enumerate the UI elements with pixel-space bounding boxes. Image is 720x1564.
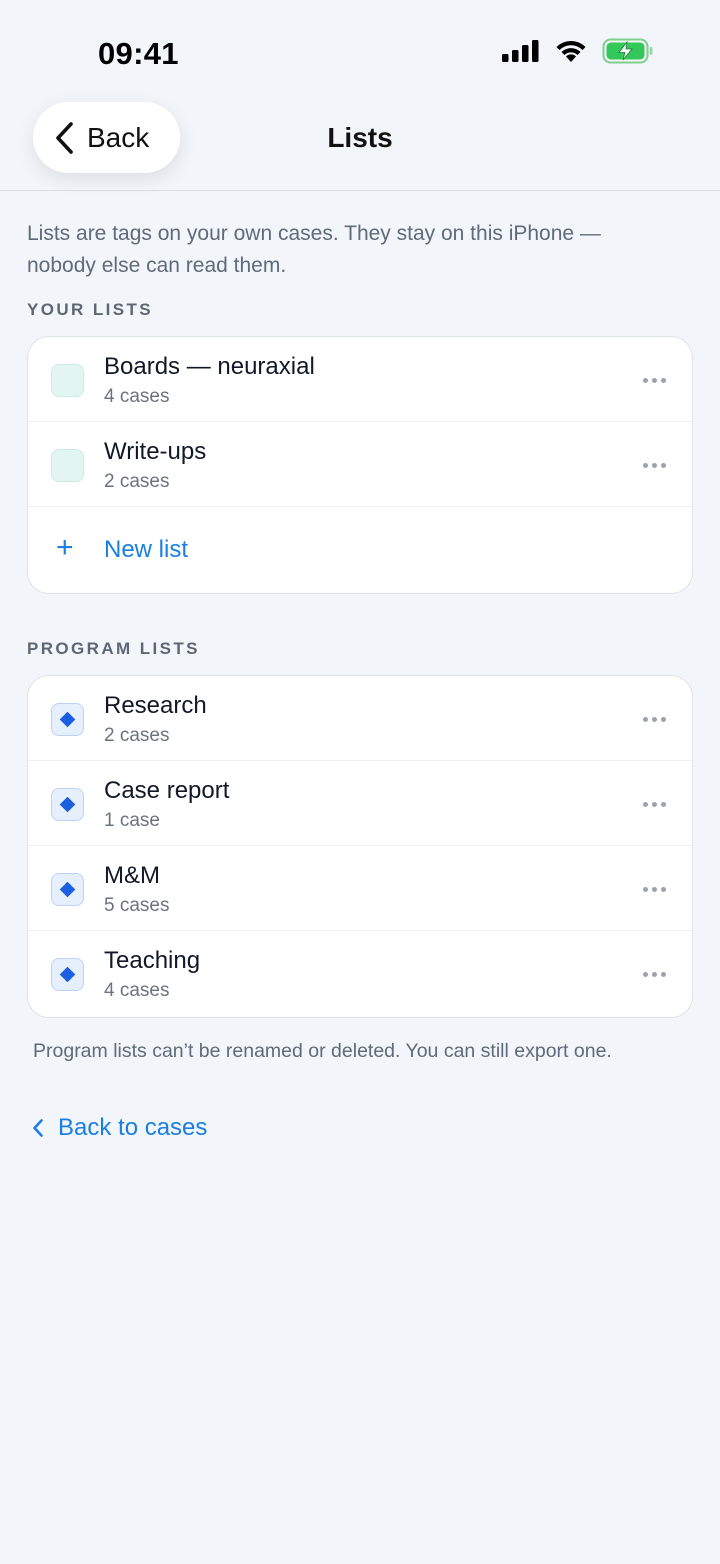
list-case-count: 4 cases [104,386,170,407]
diamond-icon [59,711,76,728]
navigation-bar: Back Lists [0,100,720,191]
list-row[interactable]: Teaching 4 cases [28,931,692,1016]
list-case-count: 5 cases [104,895,170,916]
section-header-program-lists: PROGRAM LISTS [27,639,200,658]
battery-charging-icon [602,38,653,64]
page-title: Lists [327,122,393,153]
program-list-marker [51,873,84,906]
list-color-swatch [51,449,84,482]
back-to-cases-label: Back to cases [58,1114,208,1141]
program-lists-card: Research 2 cases Case report 1 case M&M … [27,675,693,1018]
more-dots-icon[interactable] [643,717,666,722]
list-row[interactable]: Write-ups 2 cases [28,422,692,507]
list-title: Case report [104,777,230,804]
more-dots-icon[interactable] [643,463,666,468]
wifi-icon [556,40,586,62]
program-list-marker [51,788,84,821]
list-case-count: 2 cases [104,471,170,492]
list-title: M&M [104,862,160,889]
chevron-left-icon [33,1119,43,1137]
diamond-icon [59,796,76,813]
more-dots-icon[interactable] [643,802,666,807]
plus-icon: + [56,531,74,564]
program-list-marker [51,958,84,991]
status-time: 09:41 [98,36,179,71]
list-case-count: 1 case [104,810,160,831]
list-title: Write-ups [104,438,207,465]
intro-text: Lists are tags on your own cases. They s… [27,222,601,277]
new-list-button[interactable]: + New list [28,507,692,592]
diamond-icon [59,881,76,898]
new-list-label: New list [104,536,189,563]
cellular-signal-icon [502,40,539,62]
more-dots-icon[interactable] [643,887,666,892]
list-case-count: 4 cases [104,980,170,1001]
list-row[interactable]: Case report 1 case [28,761,692,846]
list-title: Boards — neuraxial [104,353,315,380]
more-dots-icon[interactable] [643,378,666,383]
diamond-icon [59,966,76,983]
list-title: Research [104,692,207,719]
status-icons [502,38,654,64]
list-row[interactable]: Boards — neuraxial 4 cases [28,337,692,422]
back-to-cases-link[interactable]: Back to cases [32,1114,207,1142]
more-dots-icon[interactable] [643,972,666,977]
list-row[interactable]: M&M 5 cases [28,846,692,931]
list-row[interactable]: Research 2 cases [28,676,692,761]
your-lists-card: Boards — neuraxial 4 cases Write-ups 2 c… [27,336,693,594]
list-title: Teaching [104,947,201,974]
program-list-marker [51,703,84,736]
program-lists-footnote: Program lists can’t be renamed or delete… [33,1040,612,1062]
section-header-your-lists: YOUR LISTS [27,300,154,319]
status-bar: 09:41 [0,0,720,100]
list-color-swatch [51,364,84,397]
list-case-count: 2 cases [104,725,170,746]
